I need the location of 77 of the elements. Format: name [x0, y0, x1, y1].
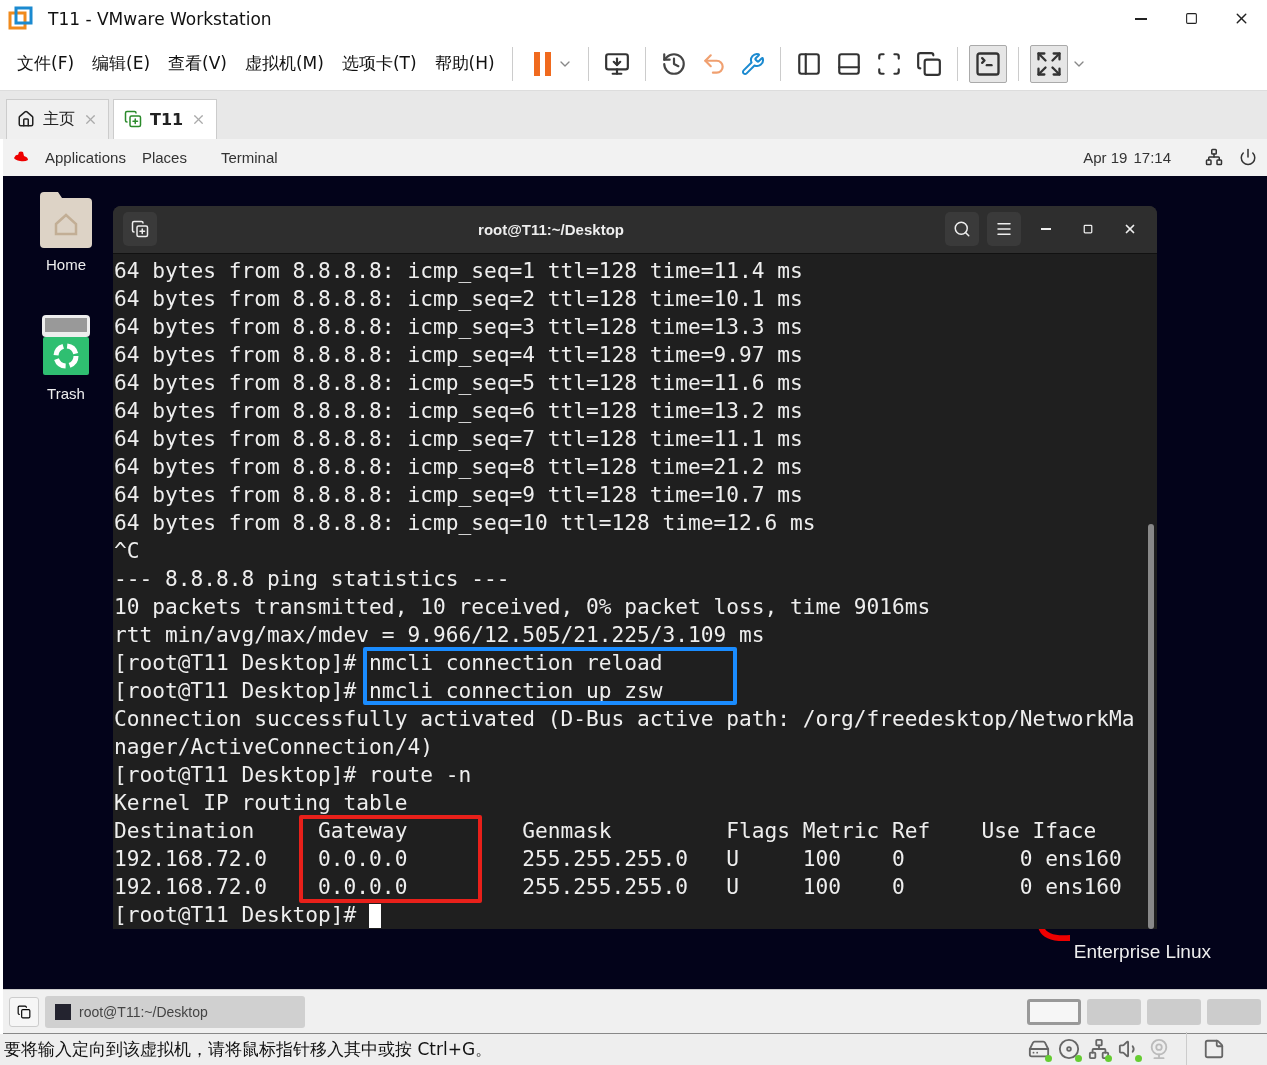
terminal-line: [root@T11 Desktop]# route -n [114, 760, 473, 789]
minimize-icon [1135, 17, 1147, 20]
menu-item[interactable]: 编辑(E) [83, 52, 160, 76]
machine-icon [124, 110, 142, 129]
terminal-line: 64 bytes from 8.8.8.8: icmp_seq=8 ttl=128 time=21.2 ms [114, 452, 804, 481]
speaker-icon[interactable] [1118, 1038, 1140, 1061]
scrollbar[interactable] [1148, 523, 1154, 929]
power-icon[interactable] [1239, 148, 1257, 167]
terminal-line: ^C [114, 536, 141, 565]
top-bar-menu[interactable]: Places [141, 148, 187, 166]
desktop-icon-label[interactable]: Home [46, 255, 86, 273]
hard-drive-icon[interactable] [1028, 1038, 1050, 1061]
new-tab-icon [131, 220, 149, 239]
tab[interactable]: T11 [113, 98, 218, 139]
maximize-icon [1184, 12, 1198, 26]
workspace-thumbnail[interactable] [1207, 998, 1261, 1025]
terminal-line: 10 packets transmitted, 10 received, 0% packet loss, time 9016ms [114, 592, 932, 621]
workspace-thumbnail[interactable] [1027, 998, 1081, 1025]
terminal-line: 192.168.72.0 0.0.0.0 255.255.255.0 U 100 0 0 ens160 [114, 844, 1123, 873]
network-icon[interactable] [1205, 148, 1223, 167]
menu-item[interactable]: 虚拟机(M) [235, 52, 333, 76]
terminal-line: [root@T11 Desktop]# [114, 901, 358, 927]
hat-logo-icon [1037, 927, 1070, 942]
terminal-line: Destination Gateway Genmask Flags Metric Ref Use Iface [114, 816, 1098, 845]
terminal-line: 64 bytes from 8.8.8.8: icmp_seq=2 ttl=128 time=10.1 ms [114, 284, 804, 313]
terminal-line: Kernel IP routing table [114, 788, 409, 817]
network-icon[interactable] [1088, 1038, 1110, 1061]
home-icon [17, 110, 35, 129]
terminal-line: --- 8.8.8.8 ping statistics --- [114, 564, 511, 593]
tab[interactable]: 主页 [6, 98, 109, 139]
terminal-line: 64 bytes from 8.8.8.8: icmp_seq=7 ttl=128 time=11.1 ms [114, 424, 804, 453]
terminal-line: Connection successfully activated (D-Bus active path: /org/freedesktop/NetworkMa [114, 704, 1136, 733]
terminal-title: root@T11:~/Desktop [477, 220, 625, 238]
terminal-line: 192.168.72.0 0.0.0.0 255.255.255.0 U 100 0 0 ens160 [114, 872, 1123, 901]
top-bar-menu[interactable]: Terminal [220, 148, 278, 166]
window-title: T11 - VMware Workstation [48, 8, 273, 29]
taskbar-item[interactable]: root@T11:~/Desktop [45, 995, 305, 1028]
windows-icon [17, 1004, 31, 1019]
terminal-line: 64 bytes from 8.8.8.8: icmp_seq=5 ttl=128 time=11.6 ms [114, 368, 804, 397]
terminal-line: rtt min/avg/max/mdev = 9.966/12.505/21.225/3.109 ms [114, 620, 766, 649]
terminal-line: 64 bytes from 8.8.8.8: icmp_seq=3 ttl=128 time=13.3 ms [114, 312, 804, 341]
status-message: 要将输入定向到该虚拟机，请将鼠标指针移入其中或按 Ctrl+G。 [4, 1038, 494, 1061]
maximize-icon [1083, 224, 1093, 235]
terminal-line: nager/ActiveConnection/4) [114, 732, 434, 761]
hat-icon [13, 151, 29, 164]
app-logo-icon [8, 5, 34, 32]
terminal-line: 64 bytes from 8.8.8.8: icmp_seq=1 ttl=128 time=11.4 ms [114, 256, 804, 285]
desktop-icon-label[interactable]: Trash [47, 384, 85, 402]
menu-button[interactable] [987, 212, 1021, 247]
new-tab-button[interactable] [123, 212, 157, 247]
minimize-icon [1041, 228, 1051, 231]
console-icon[interactable] [968, 44, 1007, 83]
date-text: Apr 19 [1083, 148, 1128, 166]
terminal-line: 64 bytes from 8.8.8.8: icmp_seq=6 ttl=128 time=13.2 ms [114, 396, 804, 425]
terminal-line: [root@T11 Desktop]# nmcli connection up zsw [114, 676, 664, 705]
time-text: 17:14 [1133, 148, 1171, 166]
workspace-thumbnail[interactable] [1087, 998, 1141, 1025]
terminal-line: [root@T11 Desktop]# nmcli connection reload [114, 648, 664, 677]
menu-item[interactable]: 查看(V) [159, 52, 236, 76]
folder-icon [40, 189, 92, 248]
note-icon[interactable] [1203, 1038, 1225, 1061]
menu-item[interactable]: 帮助(H) [425, 52, 504, 76]
workspace-thumbnail[interactable] [1147, 998, 1201, 1025]
terminal-icon [55, 1003, 71, 1020]
terminal-line: 64 bytes from 8.8.8.8: icmp_seq=10 ttl=128 time=12.6 ms [114, 508, 817, 537]
top-bar-menu[interactable]: Applications [45, 148, 126, 166]
terminal-line: 64 bytes from 8.8.8.8: icmp_seq=9 ttl=128 time=10.7 ms [114, 480, 804, 509]
brand-text: Enterprise Linux [1073, 941, 1211, 964]
disc-icon[interactable] [1058, 1038, 1080, 1061]
menu-item[interactable]: 文件(F) [8, 52, 84, 76]
search-icon [953, 220, 971, 239]
terminal-line: 64 bytes from 8.8.8.8: icmp_seq=4 ttl=128 time=9.97 ms [114, 340, 804, 369]
trash-icon [42, 314, 90, 377]
show-desktop-button[interactable] [9, 996, 39, 1027]
search-button[interactable] [945, 212, 979, 247]
menu-item[interactable]: 选项卡(T) [332, 52, 426, 76]
expand-icon[interactable] [1029, 44, 1068, 83]
